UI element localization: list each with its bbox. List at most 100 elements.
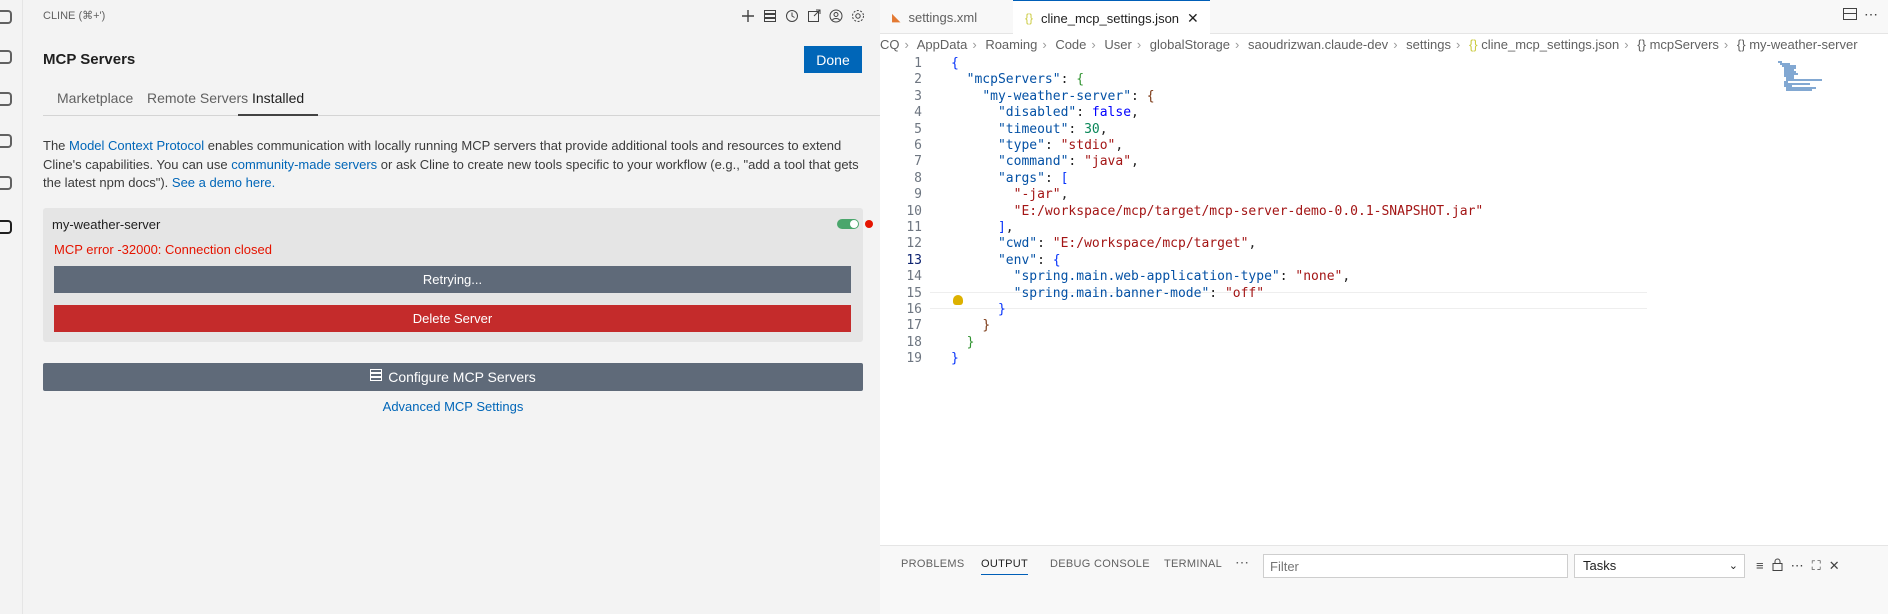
server-icon — [370, 369, 383, 385]
gear-icon[interactable] — [848, 6, 868, 26]
line-number: 2 — [914, 72, 922, 88]
code-line: "spring.main.banner-mode": "off" — [1013, 285, 1265, 301]
history-icon[interactable] — [782, 6, 802, 26]
code-line: "args": [ — [997, 170, 1069, 186]
more-actions-icon[interactable]: ⋯ — [1864, 6, 1878, 27]
done-button[interactable]: Done — [804, 46, 862, 73]
code-line: "timeout": 30, — [997, 121, 1108, 137]
crumb-item[interactable]: AppData — [917, 37, 968, 52]
line-number: 9 — [914, 187, 922, 203]
configure-mcp-servers-button[interactable]: Configure MCP Servers — [43, 363, 863, 391]
code-line: } — [951, 351, 959, 367]
line-number: 12 — [906, 236, 922, 252]
server-toggle[interactable] — [837, 219, 859, 229]
source-control-icon[interactable] — [0, 92, 12, 106]
code-line: } — [997, 302, 1006, 317]
code-line: "command": "java", — [997, 154, 1139, 170]
demo-link[interactable]: See a demo here. — [172, 175, 275, 190]
line-number: 5 — [914, 121, 922, 137]
crumb-item[interactable]: User — [1104, 37, 1131, 52]
activity-bar — [0, 0, 23, 614]
editor-area: ◣ settings.xml {} cline_mcp_settings.jso… — [880, 0, 1888, 614]
code-line: } — [966, 334, 975, 350]
line-number: 3 — [914, 88, 922, 104]
filter-input[interactable] — [1263, 554, 1568, 578]
code-line: { — [951, 56, 959, 71]
clear-output-icon[interactable]: ≡ — [1756, 558, 1764, 574]
crumb-item[interactable]: CQ — [880, 37, 900, 52]
server-icon[interactable] — [760, 6, 780, 26]
tab-cline-mcp-settings[interactable]: {} cline_mcp_settings.json ✕ — [1013, 0, 1210, 35]
line-number: 16 — [906, 302, 922, 317]
line-number: 8 — [914, 170, 922, 186]
code-line: "spring.main.web-application-type": "non… — [1013, 269, 1351, 285]
tab-debug-console[interactable]: DEBUG CONSOLE — [1050, 558, 1150, 570]
tab-problems[interactable]: PROBLEMS — [901, 558, 965, 570]
crumb-item[interactable]: Code — [1055, 37, 1086, 52]
search-icon[interactable] — [0, 50, 12, 64]
advanced-mcp-settings-link[interactable]: Advanced MCP Settings — [23, 399, 883, 414]
minimap[interactable] — [1776, 60, 1836, 96]
cline-icon[interactable] — [0, 220, 12, 234]
mcp-protocol-link[interactable]: Model Context Protocol — [69, 138, 204, 153]
panel-actions: ≡ ⋯ ⛶ ✕ — [1756, 558, 1840, 574]
object-icon: {} — [1637, 37, 1646, 52]
run-debug-icon[interactable] — [0, 134, 12, 148]
code-line: "disabled": false, — [997, 105, 1139, 121]
editor-tabs: ◣ settings.xml {} cline_mcp_settings.jso… — [880, 0, 1888, 35]
object-icon: {} — [1736, 37, 1746, 52]
split-editor-icon[interactable] — [1842, 6, 1858, 27]
tab-output[interactable]: OUTPUT — [981, 558, 1029, 575]
tab-installed[interactable]: Installed — [238, 88, 319, 116]
close-icon[interactable]: ✕ — [1187, 10, 1199, 27]
line-number: 13 — [906, 252, 922, 268]
cline-toolbar — [738, 6, 868, 26]
crumb-item[interactable]: cline_mcp_settings.json — [1481, 37, 1619, 52]
mcp-description: The Model Context Protocol enables commu… — [43, 137, 863, 193]
json-icon: {} — [1025, 11, 1034, 25]
tab-marketplace[interactable]: Marketplace — [43, 88, 147, 116]
code-line: "mcpServers": { — [966, 72, 1085, 88]
output-channel-select[interactable]: Tasks ⌄ — [1574, 554, 1745, 578]
line-number: 6 — [914, 138, 922, 153]
code-line: "type": "stdio", — [997, 138, 1124, 153]
lock-icon[interactable] — [1772, 558, 1783, 574]
code-line: "cwd": "E:/workspace/mcp/target", — [997, 236, 1257, 252]
tab-settings-xml[interactable]: ◣ settings.xml — [880, 0, 1012, 34]
line-number: 11 — [906, 220, 922, 235]
crumb-item[interactable]: my-weather-server — [1749, 37, 1857, 52]
mcp-servers-title: MCP Servers — [43, 51, 136, 68]
more-actions-icon[interactable]: ⋯ — [1791, 558, 1804, 574]
account-icon[interactable] — [826, 6, 846, 26]
plus-icon[interactable] — [738, 6, 758, 26]
popout-icon[interactable] — [804, 6, 824, 26]
crumb-item[interactable]: Roaming — [985, 37, 1037, 52]
cline-header: CLINE (⌘+') — [23, 0, 880, 32]
delete-server-button[interactable]: Delete Server — [54, 305, 851, 332]
code-line: ], — [997, 220, 1014, 235]
code-line: "my-weather-server": { — [982, 88, 1155, 104]
crumb-item[interactable]: saoudrizwan.claude-dev — [1248, 37, 1388, 52]
code-line: "E:/workspace/mcp/target/mcp-server-demo… — [1013, 203, 1484, 219]
maximize-icon[interactable]: ⛶ — [1812, 558, 1821, 574]
line-number: 19 — [906, 351, 922, 367]
crumb-item[interactable]: globalStorage — [1150, 37, 1230, 52]
retry-button[interactable]: Retrying... — [54, 266, 851, 293]
crumb-item[interactable]: settings — [1406, 37, 1451, 52]
code-line: "env": { — [997, 252, 1061, 268]
line-number: 18 — [906, 334, 922, 350]
breadcrumb: CQ › AppData › Roaming › Code › User › global… — [880, 37, 1858, 52]
close-icon[interactable]: ✕ — [1829, 558, 1840, 574]
tab-terminal[interactable]: TERMINAL — [1164, 558, 1222, 570]
explorer-icon[interactable] — [0, 10, 12, 24]
more-icon[interactable]: ⋯ — [1235, 554, 1249, 571]
line-number: 1 — [914, 56, 922, 71]
status-indicator — [865, 220, 873, 228]
crumb-item[interactable]: mcpServers — [1650, 37, 1719, 52]
server-card: my-weather-server MCP error -32000: Conn… — [43, 208, 873, 342]
editor-actions: ⋯ — [1842, 6, 1878, 27]
cline-title: CLINE (⌘+') — [43, 10, 106, 22]
community-servers-link[interactable]: community-made servers — [231, 157, 377, 172]
server-name: my-weather-server — [52, 217, 161, 232]
extensions-icon[interactable] — [0, 176, 12, 190]
